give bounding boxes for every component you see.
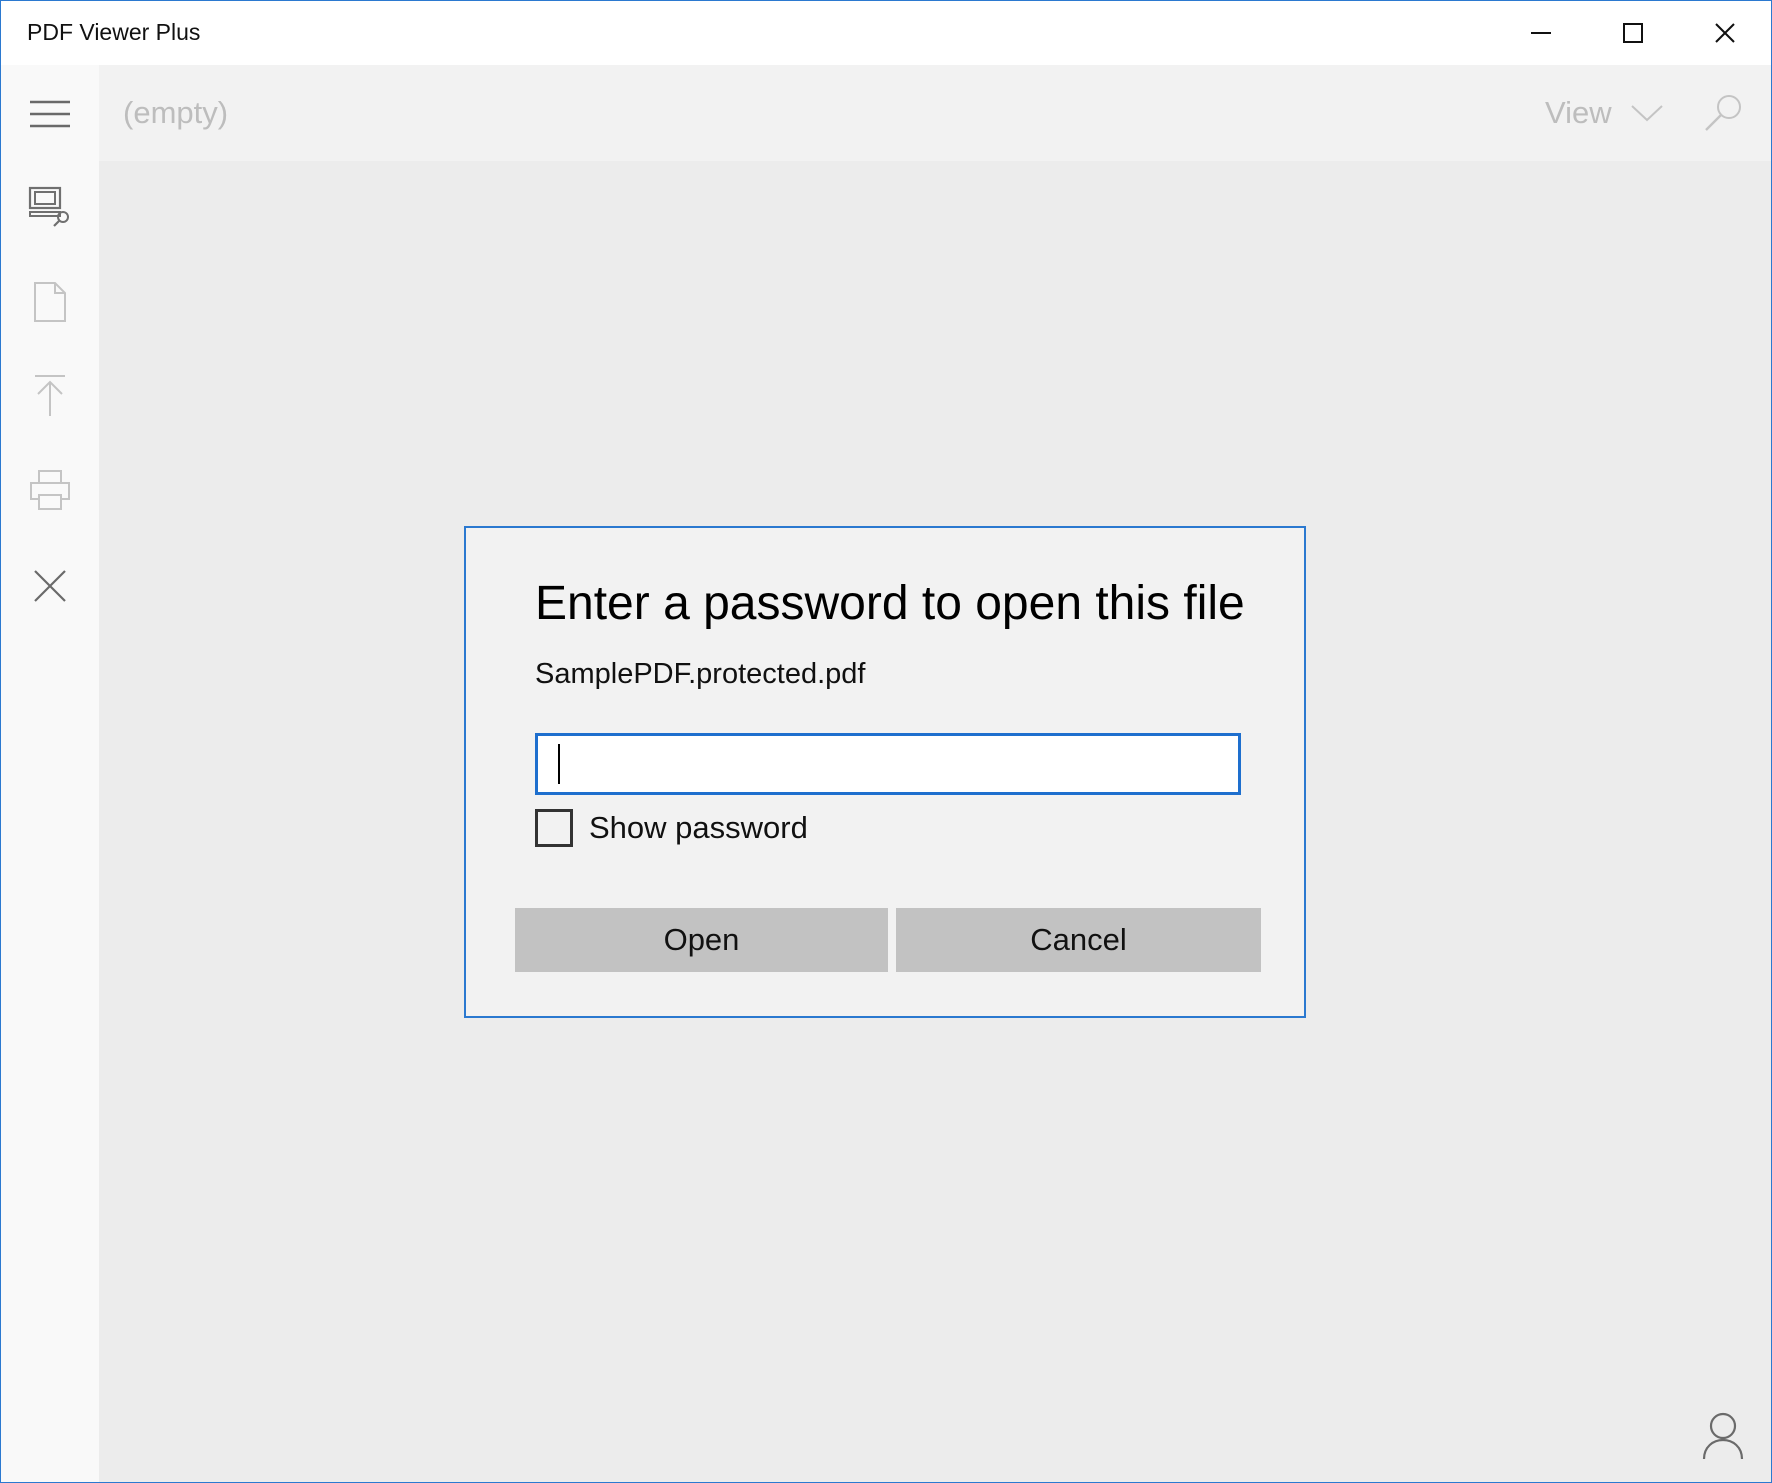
navigation-rail — [1, 65, 99, 1482]
view-label: View — [1545, 95, 1612, 130]
close-icon — [34, 570, 66, 602]
maximize-icon — [1623, 23, 1643, 43]
person-icon — [1702, 1412, 1744, 1460]
app-window: PDF Viewer Plus (empty) View Enter a pas… — [0, 0, 1772, 1483]
search-icon — [1705, 95, 1741, 131]
browse-files-button[interactable] — [15, 171, 85, 241]
document-icon — [34, 282, 66, 322]
dialog-title: Enter a password to open this file — [535, 577, 1245, 630]
command-bar: (empty) View — [99, 65, 1771, 161]
minimize-button[interactable] — [1495, 1, 1587, 65]
document-name: (empty) — [123, 95, 229, 130]
new-document-button[interactable] — [15, 267, 85, 337]
file-name: SamplePDF.protected.pdf — [535, 658, 866, 690]
minimize-icon — [1531, 32, 1551, 34]
maximize-button[interactable] — [1587, 1, 1679, 65]
print-button[interactable] — [15, 455, 85, 525]
password-input[interactable] — [535, 733, 1241, 795]
printer-icon — [30, 470, 70, 510]
show-password-toggle[interactable]: Show password — [535, 808, 808, 848]
hamburger-menu-button[interactable] — [15, 79, 85, 149]
upload-icon — [35, 375, 65, 416]
close-icon — [1715, 23, 1735, 43]
close-window-button[interactable] — [1679, 1, 1771, 65]
search-button[interactable] — [1703, 93, 1743, 133]
close-document-button[interactable] — [15, 551, 85, 621]
hamburger-menu-icon — [30, 100, 70, 128]
cancel-button[interactable]: Cancel — [896, 908, 1261, 972]
password-dialog: Enter a password to open this file Sampl… — [464, 526, 1306, 1018]
text-cursor — [558, 744, 560, 784]
title-bar: PDF Viewer Plus — [1, 1, 1771, 65]
show-password-checkbox[interactable] — [535, 809, 573, 847]
chevron-down-icon — [1630, 105, 1663, 122]
account-button[interactable] — [1701, 1411, 1745, 1461]
upload-button[interactable] — [15, 361, 85, 431]
show-password-label: Show password — [589, 810, 808, 845]
view-dropdown[interactable]: View — [1545, 91, 1664, 135]
app-title: PDF Viewer Plus — [27, 19, 201, 45]
browse-files-icon — [28, 186, 69, 227]
open-button[interactable]: Open — [515, 908, 888, 972]
